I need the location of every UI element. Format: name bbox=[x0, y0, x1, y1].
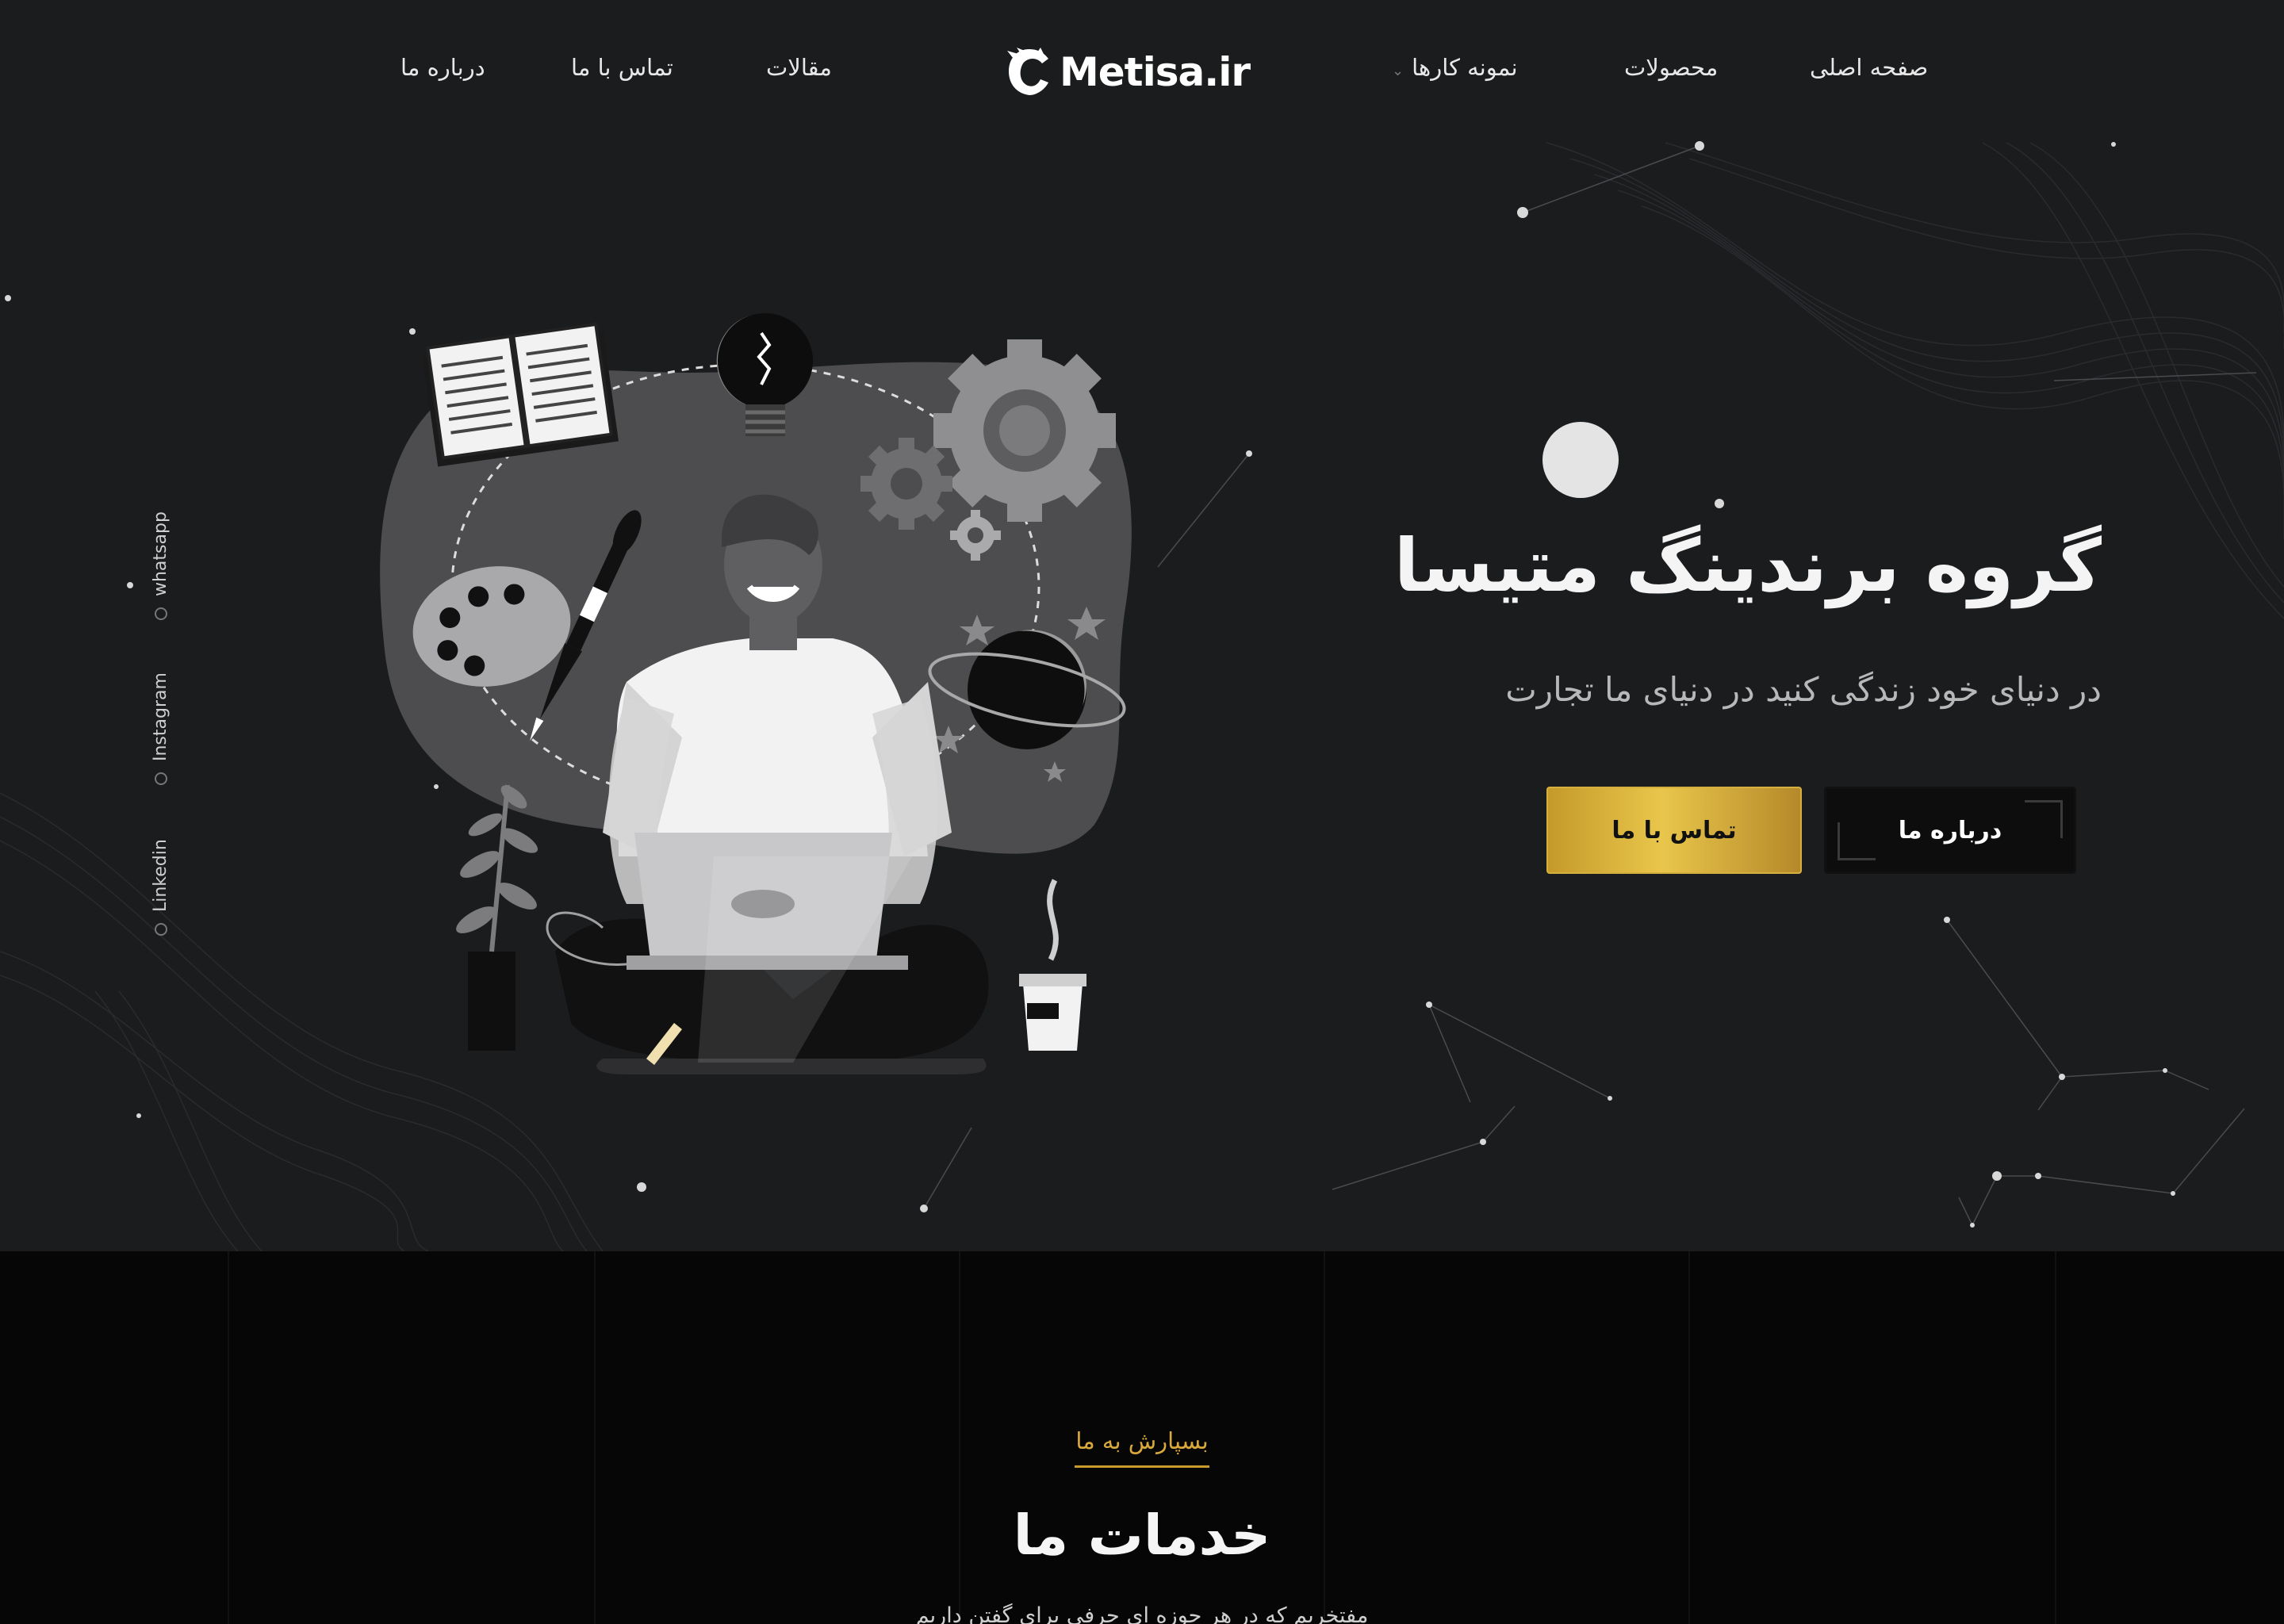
social-linkedin-label: Linkedin bbox=[151, 839, 171, 912]
circle-icon bbox=[154, 923, 167, 936]
eyebrow-underline bbox=[1075, 1465, 1209, 1468]
site-logo[interactable]: Metisa.ir bbox=[1006, 44, 1251, 100]
lion-logo-icon bbox=[1007, 48, 1048, 95]
contact-us-button-label: تماس با ما bbox=[1611, 816, 1737, 845]
circle-icon bbox=[154, 772, 167, 785]
logo-text: Metisa.ir bbox=[1060, 49, 1251, 95]
social-linkedin-link[interactable]: Linkedin bbox=[151, 839, 171, 936]
contact-us-button[interactable]: تماس با ما bbox=[1546, 787, 1802, 874]
nav-contact-link[interactable]: تماس با ما bbox=[571, 54, 673, 81]
social-instagram-label: Instagram bbox=[151, 672, 171, 761]
circle-icon bbox=[154, 607, 167, 620]
moon-decoration bbox=[1542, 422, 1619, 498]
services-title: خدمات ما bbox=[1013, 1503, 1271, 1568]
top-navigation: صفحه اصلی محصولات نمونه کارها ⌄ Metisa.ir… bbox=[0, 0, 2284, 139]
corner-decoration bbox=[2025, 800, 2063, 838]
hero-title: گروه برندینگ متیسا bbox=[1393, 523, 2102, 608]
services-description: مفتخریم که در هر حوزه ای حرفی برای گفتن … bbox=[915, 1603, 1369, 1624]
nav-about-link[interactable]: درباره ما bbox=[400, 54, 485, 81]
services-eyebrow: بسپارش به ما bbox=[1075, 1427, 1209, 1454]
nav-home-link[interactable]: صفحه اصلی bbox=[1810, 54, 1928, 81]
social-whatsapp-link[interactable]: whatsapp bbox=[151, 511, 171, 620]
designer-illustration bbox=[380, 313, 1132, 1074]
nav-portfolio-link[interactable]: نمونه کارها ⌄ bbox=[1392, 54, 1518, 81]
social-links-rail: whatsapp Instagram Linkedin bbox=[151, 484, 182, 944]
hero-section bbox=[0, 0, 2284, 1251]
about-us-button[interactable]: درباره ما bbox=[1824, 787, 2076, 874]
social-instagram-link[interactable]: Instagram bbox=[151, 672, 171, 785]
corner-decoration bbox=[1838, 822, 1876, 860]
hero-background bbox=[0, 141, 2284, 1251]
chevron-down-icon: ⌄ bbox=[1392, 63, 1405, 79]
about-us-button-label: درباره ما bbox=[1898, 816, 2002, 845]
hero-subtitle: در دنیای خود زندگی کنید در دنیای ما تجار… bbox=[1505, 670, 2102, 709]
nav-portfolio-label: نمونه کارها bbox=[1412, 54, 1518, 81]
social-whatsapp-label: whatsapp bbox=[151, 511, 171, 596]
nav-products-link[interactable]: محصولات bbox=[1624, 54, 1718, 81]
nav-articles-link[interactable]: مقالات bbox=[766, 54, 832, 81]
